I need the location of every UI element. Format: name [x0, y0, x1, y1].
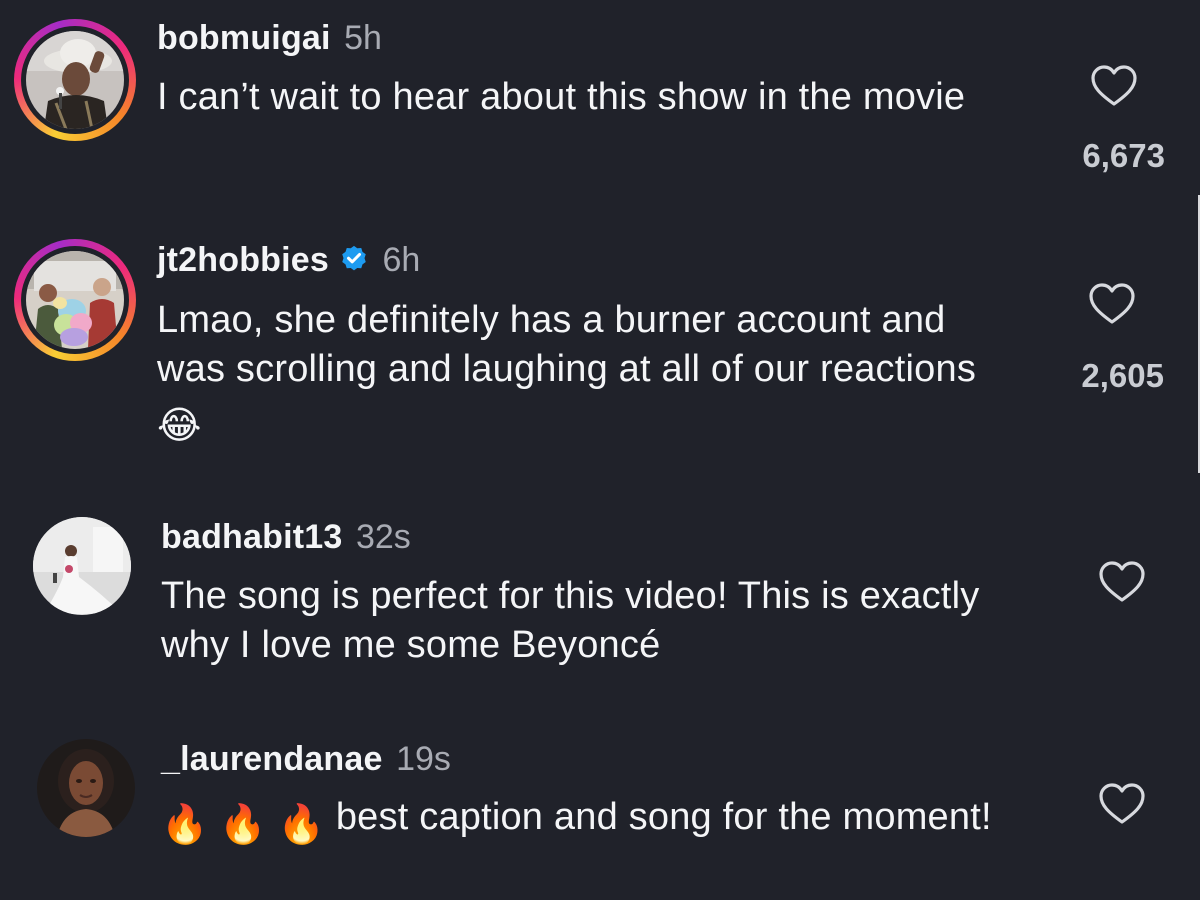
comment-header: bobmuigai 5h: [157, 18, 382, 58]
comment-text: 🔥 🔥 🔥 best caption and song for the mome…: [161, 793, 1011, 850]
timestamp: 6h: [382, 241, 421, 279]
heart-icon[interactable]: [1090, 64, 1138, 108]
avatar[interactable]: [26, 251, 124, 349]
heart-icon[interactable]: [1098, 782, 1146, 826]
comment-header: _laurendanae 19s: [161, 739, 451, 779]
timestamp: 32s: [355, 518, 411, 556]
comment-text: I can’t wait to hear about this show in …: [157, 76, 966, 118]
comment-text: The song is perfect for this video! This…: [161, 575, 980, 666]
tears-of-joy-emoji: 😂: [157, 405, 202, 447]
comment-text: Lmao, she definitely has a burner accoun…: [157, 296, 1017, 451]
story-ring[interactable]: [14, 239, 136, 361]
comment-text-body: best caption and song for the moment!: [335, 796, 992, 838]
comment-text-body: Lmao, she definitely has a burner accoun…: [157, 299, 977, 390]
avatar[interactable]: [33, 517, 131, 615]
username[interactable]: _laurendanae: [161, 740, 383, 778]
bride-in-white-dress-avatar: [33, 517, 131, 615]
avatar[interactable]: [26, 31, 124, 129]
woman-portrait-avatar: [37, 739, 135, 837]
avatar[interactable]: [37, 739, 135, 837]
username[interactable]: bobmuigai: [157, 19, 331, 57]
timestamp: 19s: [396, 740, 451, 778]
username[interactable]: jt2hobbies: [157, 241, 329, 279]
heart-icon[interactable]: [1098, 560, 1146, 604]
comment-header: badhabit13 32s: [161, 517, 411, 557]
people-with-plush-toys-avatar: [26, 251, 124, 349]
like-count: 6,673: [1082, 137, 1165, 174]
username[interactable]: badhabit13: [161, 518, 342, 556]
fire-emoji: 🔥 🔥 🔥: [161, 804, 326, 846]
heart-icon[interactable]: [1088, 282, 1136, 326]
verified-badge-icon: [342, 245, 366, 271]
comment-header: jt2hobbies 6h: [157, 240, 420, 280]
story-ring[interactable]: [14, 19, 136, 141]
man-with-hat-and-microphone-avatar: [26, 31, 124, 129]
like-count: 2,605: [1081, 357, 1164, 394]
timestamp: 5h: [344, 19, 382, 57]
